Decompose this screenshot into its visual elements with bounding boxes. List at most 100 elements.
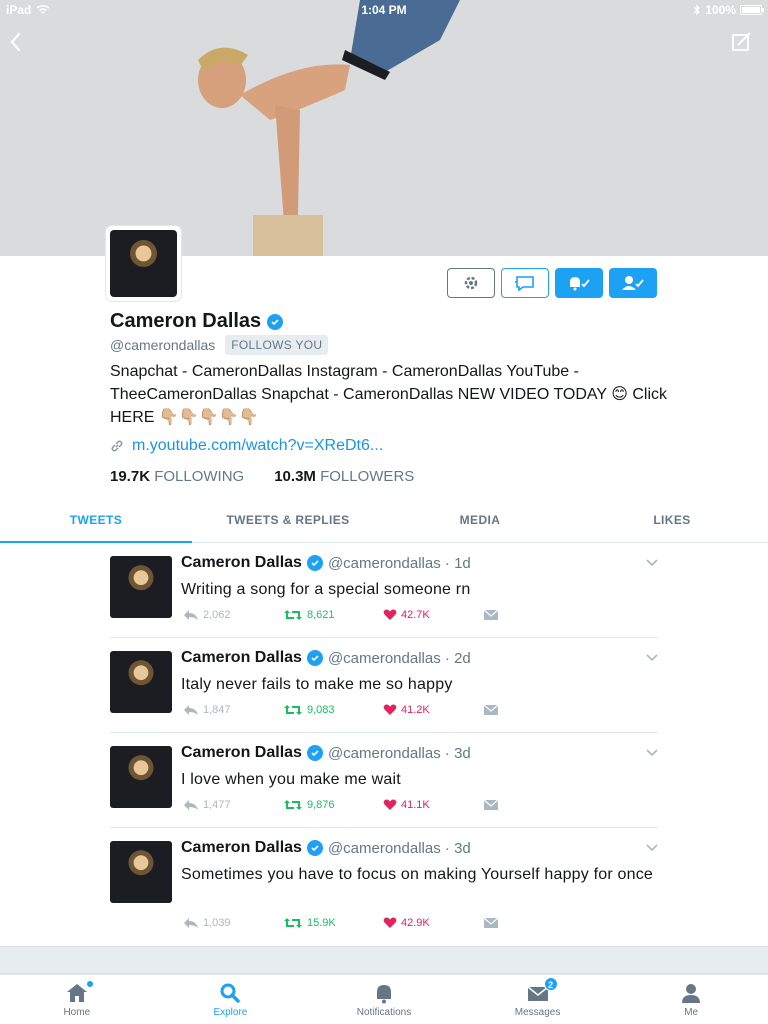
tweet-time: 1d: [454, 554, 471, 572]
like-button[interactable]: 42.7K: [383, 609, 483, 621]
reply-icon: [184, 800, 198, 810]
profile-banner[interactable]: [0, 0, 768, 256]
reply-button[interactable]: 1,039: [183, 917, 283, 929]
reply-button[interactable]: 2,062: [183, 609, 283, 621]
tweet-avatar[interactable]: [110, 746, 172, 808]
retweet-count: 15.9K: [307, 917, 336, 929]
user-check-icon: [622, 276, 644, 290]
envelope-icon: [483, 704, 499, 715]
direct-message-button[interactable]: [501, 268, 549, 298]
chevron-down-icon[interactable]: [646, 749, 658, 757]
reply-icon: [184, 918, 198, 928]
new-content-dot: [86, 981, 93, 987]
chevron-down-icon[interactable]: [646, 654, 658, 662]
tab-tweets[interactable]: TWEETS: [0, 506, 192, 543]
tweet-time: 2d: [454, 649, 471, 667]
tweet-time: 3d: [454, 839, 471, 857]
tweet-author-name: Cameron Dallas: [181, 649, 302, 666]
dm-share-button[interactable]: [483, 704, 583, 716]
bell-check-icon: [570, 277, 590, 291]
chevron-left-icon: [10, 32, 21, 52]
search-icon: [220, 983, 241, 1003]
retweet-button[interactable]: 8,621: [283, 609, 383, 621]
battery-icon: [740, 5, 764, 15]
tweet-item[interactable]: Cameron Dallas @camerondallas · 2d Italy…: [110, 638, 658, 733]
envelope-icon: [483, 609, 499, 620]
followers-stat[interactable]: 10.3M FOLLOWERS: [274, 468, 414, 485]
tweet-author-name: Cameron Dallas: [181, 839, 302, 856]
tweet-item[interactable]: Cameron Dallas @camerondallas · 3d Somet…: [110, 828, 658, 946]
banner-photo: [0, 0, 768, 256]
tweet-avatar[interactable]: [110, 651, 172, 713]
retweet-icon: [284, 800, 302, 810]
profile-link-text[interactable]: m.youtube.com/watch?v=XReDt6...: [132, 437, 383, 455]
profile-bio: Snapchat - CameronDallas Instagram - Cam…: [110, 363, 668, 426]
tweet-actions: 1,847 9,083 41.2K: [183, 704, 583, 716]
nav-home[interactable]: Home: [0, 975, 154, 1024]
tab-media[interactable]: MEDIA: [384, 506, 576, 542]
reply-count: 1,847: [203, 704, 231, 716]
reply-button[interactable]: 1,477: [183, 799, 283, 811]
like-button[interactable]: 41.1K: [383, 799, 483, 811]
list-footer-divider: [0, 946, 768, 974]
gear-icon: [464, 276, 478, 290]
verified-icon: [306, 840, 323, 856]
profile-handle-row: @camerondallas FOLLOWS YOU: [110, 335, 329, 355]
tab-likes[interactable]: LIKES: [576, 506, 768, 542]
like-button[interactable]: 42.9K: [383, 917, 483, 929]
verified-icon: [267, 313, 284, 330]
nav-notifications[interactable]: Notifications: [307, 975, 461, 1024]
tab-bar: Home Explore Notifications 2 Messages Me: [0, 974, 768, 1024]
nav-me[interactable]: Me: [614, 975, 768, 1024]
profile-stats: 19.7K FOLLOWING 10.3M FOLLOWERS: [110, 468, 414, 485]
tweet-time: 3d: [454, 744, 471, 762]
reply-button[interactable]: 1,847: [183, 704, 283, 716]
tweet-avatar[interactable]: [110, 556, 172, 618]
tweet-item[interactable]: Cameron Dallas @camerondallas · 1d Writi…: [110, 543, 658, 638]
profile-name: Cameron Dallas: [110, 310, 262, 332]
retweet-button[interactable]: 9,876: [283, 799, 383, 811]
envelope-icon: [483, 799, 499, 810]
tweet-actions: 1,477 9,876 41.1K: [183, 799, 583, 811]
retweet-button[interactable]: 9,083: [283, 704, 383, 716]
tweet-author-handle: @camerondallas: [327, 839, 441, 857]
tweet-avatar[interactable]: [110, 841, 172, 903]
tweet-text: Italy never fails to make me so happy: [181, 676, 453, 693]
tweet-author-handle: @camerondallas: [327, 554, 441, 572]
dm-share-button[interactable]: [483, 917, 583, 929]
status-bar: iPad 1:04 PM 100%: [0, 0, 768, 20]
heart-icon: [383, 609, 397, 620]
tweet-text: I love when you make me wait: [181, 771, 401, 788]
tab-tweets-replies[interactable]: TWEETS & REPLIES: [192, 506, 384, 542]
like-button[interactable]: 41.2K: [383, 704, 483, 716]
person-icon: [682, 984, 701, 1003]
nav-messages[interactable]: 2 Messages: [461, 975, 615, 1024]
retweet-count: 9,083: [307, 704, 335, 716]
nav-explore[interactable]: Explore: [154, 975, 308, 1024]
chevron-down-icon[interactable]: [646, 559, 658, 567]
profile-name-row: Cameron Dallas: [110, 310, 284, 333]
like-count: 41.1K: [401, 799, 430, 811]
back-button[interactable]: [6, 30, 26, 54]
chevron-down-icon[interactable]: [646, 844, 658, 852]
reply-count: 1,039: [203, 917, 231, 929]
retweet-count: 9,876: [307, 799, 335, 811]
profile-handle: @camerondallas: [110, 337, 216, 353]
retweet-button[interactable]: 15.9K: [283, 917, 383, 929]
following-stat[interactable]: 19.7K FOLLOWING: [110, 468, 244, 485]
profile-actions: [447, 268, 657, 298]
settings-button[interactable]: [447, 268, 495, 298]
profile-link[interactable]: m.youtube.com/watch?v=XReDt6...: [110, 437, 383, 455]
tweet-text: Writing a song for a special someone rn: [181, 581, 471, 598]
tweet-item[interactable]: Cameron Dallas @camerondallas · 3d I lov…: [110, 733, 658, 828]
profile-avatar[interactable]: [106, 226, 181, 301]
notifications-toggle-button[interactable]: [555, 268, 603, 298]
dm-share-button[interactable]: [483, 799, 583, 811]
tweet-list: Cameron Dallas @camerondallas · 1d Writi…: [0, 543, 768, 946]
edit-banner-button[interactable]: [730, 30, 754, 54]
dm-share-button[interactable]: [483, 609, 583, 621]
profile-tabs: TWEETS TWEETS & REPLIES MEDIA LIKES: [0, 506, 768, 543]
heart-icon: [383, 704, 397, 715]
following-button[interactable]: [609, 268, 657, 298]
verified-icon: [306, 555, 323, 571]
